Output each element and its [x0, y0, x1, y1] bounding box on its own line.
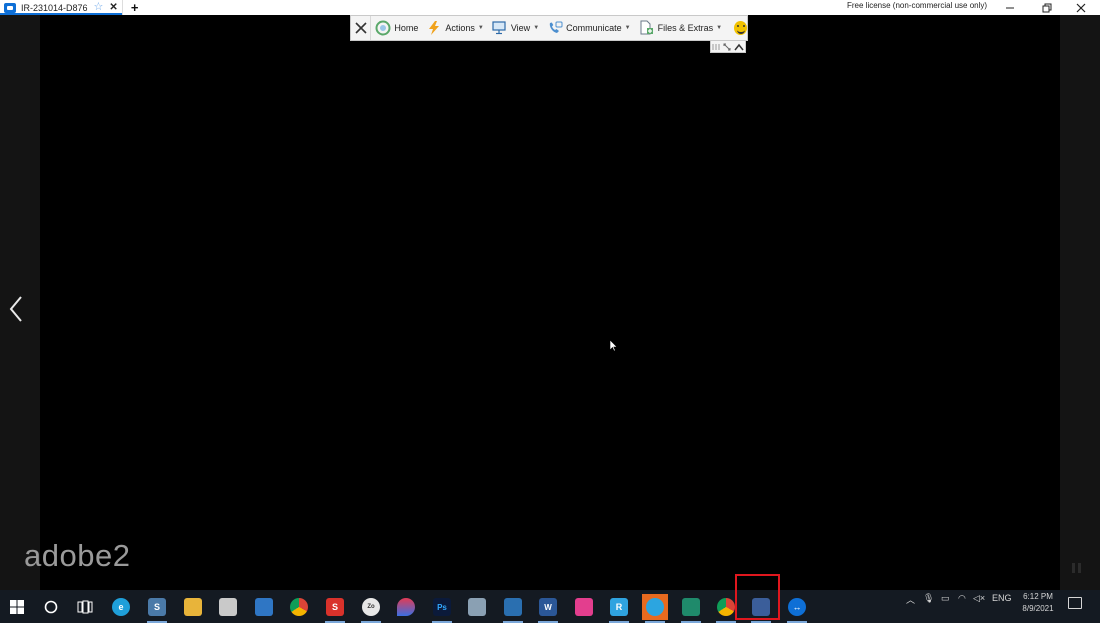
actions-menu[interactable]: Actions ▼: [422, 16, 487, 40]
word-icon[interactable]: W: [535, 594, 561, 623]
language-indicator[interactable]: ENG: [992, 593, 1012, 603]
session-tab-title: IR-231014-D876: [21, 2, 88, 13]
chevron-up-icon[interactable]: ︿: [906, 593, 915, 606]
restore-button[interactable]: [1032, 0, 1062, 15]
close-icon: [355, 22, 367, 34]
license-notice: Free license (non-commercial use only): [847, 1, 988, 10]
right-side-panel: [1060, 15, 1100, 590]
notes-app-icon[interactable]: [464, 594, 490, 620]
pink-app-icon[interactable]: [571, 594, 597, 620]
caret-down-icon: ▼: [533, 25, 540, 31]
system-clock[interactable]: 6:12 PM 8/9/2021: [1018, 591, 1058, 615]
remote-session-window: IR-231014-D876 ☆ ✕ + Free license (non-c…: [0, 0, 1100, 623]
microphone-icon[interactable]: 🎙: [923, 593, 934, 604]
file-plus-icon: [639, 20, 655, 36]
pause-icon[interactable]: [1072, 563, 1082, 573]
chrome-icon[interactable]: [286, 594, 312, 620]
remote-screen[interactable]: [40, 15, 1060, 590]
s-app-icon[interactable]: S: [144, 594, 170, 623]
s-red-app-icon[interactable]: S: [322, 594, 348, 623]
actions-label: Actions: [445, 23, 475, 33]
title-bar: IR-231014-D876 ☆ ✕ + Free license (non-c…: [0, 0, 1100, 15]
teamviewer-logo-icon: [4, 2, 16, 13]
zoho-app-icon[interactable]: Zo: [358, 594, 384, 623]
edge-icon[interactable]: e: [108, 594, 134, 620]
r-app-icon[interactable]: R: [606, 594, 632, 623]
home-button[interactable]: Home: [371, 16, 422, 40]
remote-control-toolbar: Home Actions ▼ View ▼ Communicate ▼ File…: [350, 15, 748, 41]
caret-down-icon: ▼: [716, 25, 723, 31]
monitor-icon: [492, 20, 508, 36]
restore-icon: [1042, 3, 1052, 12]
communicate-menu[interactable]: Communicate ▼: [543, 16, 634, 40]
task-view-icon[interactable]: [72, 594, 98, 620]
clock-time: 6:12 PM: [1023, 592, 1053, 601]
battery-icon[interactable]: ▭: [941, 593, 950, 604]
home-icon: [375, 20, 391, 36]
communicate-label: Communicate: [566, 23, 622, 33]
end-session-button[interactable]: [351, 16, 372, 40]
green-app-icon[interactable]: [678, 594, 704, 623]
mail-icon[interactable]: [251, 594, 277, 620]
files-extras-menu[interactable]: Files & Extras ▼: [635, 16, 726, 40]
volume-icon[interactable]: ◁×: [973, 593, 985, 604]
close-icon: [1076, 3, 1086, 12]
session-tab[interactable]: IR-231014-D876 ☆ ✕: [0, 0, 123, 15]
windows-taskbar: e S S Zo Ps W R ↔: [0, 590, 1100, 623]
notification-center-icon[interactable]: [1068, 597, 1082, 609]
smiley-icon[interactable]: [734, 21, 747, 35]
file-explorer-icon[interactable]: [180, 594, 206, 620]
highlight-annotation: [735, 574, 780, 620]
cortana-search-icon[interactable]: [38, 594, 64, 620]
chevron-up-icon[interactable]: [734, 38, 744, 56]
drop-app-icon[interactable]: [393, 594, 419, 620]
telegram-icon[interactable]: [642, 594, 668, 623]
windows-start-icon[interactable]: [4, 594, 30, 620]
clock-date: 8/9/2021: [1022, 604, 1054, 613]
home-label: Home: [394, 23, 419, 33]
view-label: View: [510, 23, 531, 33]
view-menu[interactable]: View ▼: [488, 16, 543, 40]
minimize-icon: [1006, 7, 1014, 8]
device-label: adobe2: [24, 538, 131, 573]
add-tab-icon[interactable]: +: [131, 0, 139, 15]
caret-down-icon: ▼: [477, 25, 484, 31]
phone-icon: [547, 20, 563, 36]
photoshop-icon[interactable]: Ps: [429, 594, 455, 623]
wifi-icon[interactable]: ◠: [958, 593, 966, 604]
minimize-button[interactable]: [995, 0, 1025, 15]
files-extras-label: Files & Extras: [657, 23, 714, 33]
chevron-left-icon[interactable]: [8, 295, 24, 323]
store-icon[interactable]: [215, 594, 241, 620]
fullscreen-icon[interactable]: [723, 38, 731, 56]
mouse-cursor-icon: [610, 340, 618, 352]
photo-app-icon[interactable]: [500, 594, 526, 623]
caret-down-icon: ▼: [624, 25, 631, 31]
toolbar-grip-icon[interactable]: [712, 38, 720, 56]
teamviewer-icon[interactable]: ↔: [784, 594, 810, 623]
close-window-button[interactable]: [1066, 0, 1096, 15]
toolbar-mini-controls: [710, 41, 746, 53]
lightning-icon: [426, 20, 442, 36]
